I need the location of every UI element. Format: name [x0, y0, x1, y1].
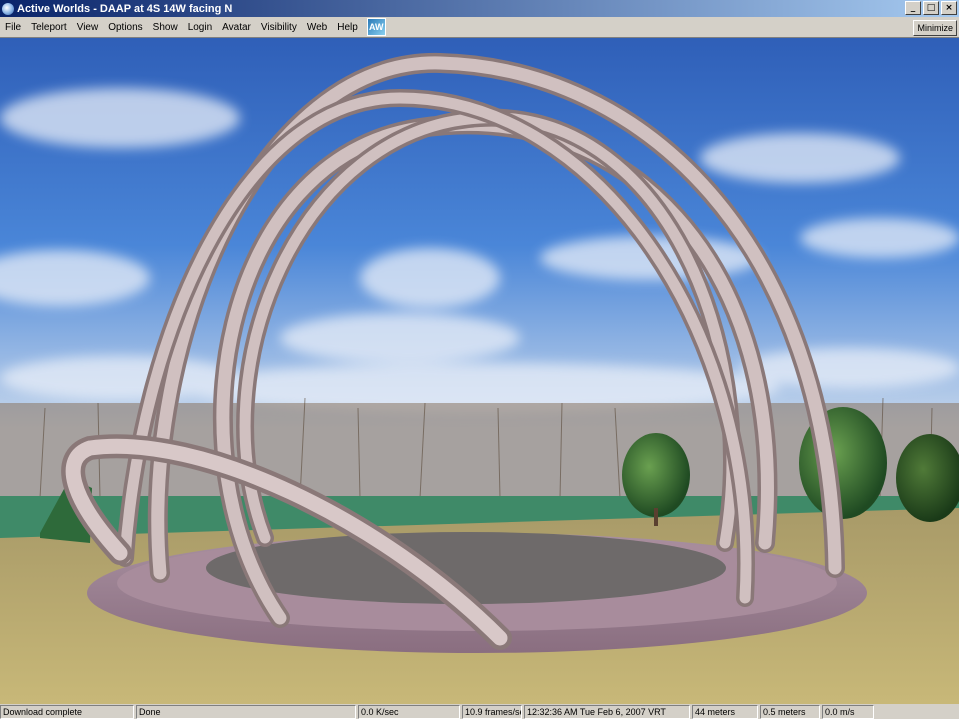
minimize-toolbar-button[interactable]: Minimize	[913, 20, 957, 36]
status-speed: 0.0 m/s	[822, 705, 874, 719]
menu-login[interactable]: Login	[183, 22, 217, 33]
menu-help[interactable]: Help	[332, 22, 363, 33]
menu-avatar[interactable]: Avatar	[217, 22, 256, 33]
menu-bar: File Teleport View Options Show Login Av…	[0, 17, 959, 38]
status-transfer-rate: 0.0 K/sec	[358, 705, 460, 719]
title-bar: Active Worlds - DAAP at 4S 14W facing N …	[0, 0, 959, 17]
status-bar: Download complete Done 0.0 K/sec 10.9 fr…	[0, 705, 959, 719]
menu-options[interactable]: Options	[103, 22, 147, 33]
globe-icon	[2, 2, 14, 15]
window-title: Active Worlds - DAAP at 4S 14W facing N	[17, 2, 233, 15]
status-visibility-distance: 44 meters	[692, 705, 758, 719]
menu-show[interactable]: Show	[148, 22, 183, 33]
scene-render	[0, 38, 959, 704]
window-controls: _ □ ×	[905, 1, 957, 15]
menu-file[interactable]: File	[0, 22, 26, 33]
status-step-size: 0.5 meters	[760, 705, 820, 719]
status-download: Download complete	[0, 705, 134, 719]
3d-world-viewport[interactable]	[0, 38, 959, 704]
menu-view[interactable]: View	[72, 22, 104, 33]
aw-logo-icon[interactable]: AW	[366, 18, 386, 36]
tree-right-near	[622, 433, 690, 517]
close-window-button[interactable]: ×	[941, 1, 957, 15]
status-frame-rate: 10.9 frames/sec	[462, 705, 522, 719]
menu-teleport[interactable]: Teleport	[26, 22, 72, 33]
status-state: Done	[136, 705, 356, 719]
menu-web[interactable]: Web	[302, 22, 332, 33]
menu-visibility[interactable]: Visibility	[256, 22, 302, 33]
status-clock: 12:32:36 AM Tue Feb 6, 2007 VRT	[524, 705, 690, 719]
restore-window-button[interactable]: □	[923, 1, 939, 15]
minimize-window-button[interactable]: _	[905, 1, 921, 15]
